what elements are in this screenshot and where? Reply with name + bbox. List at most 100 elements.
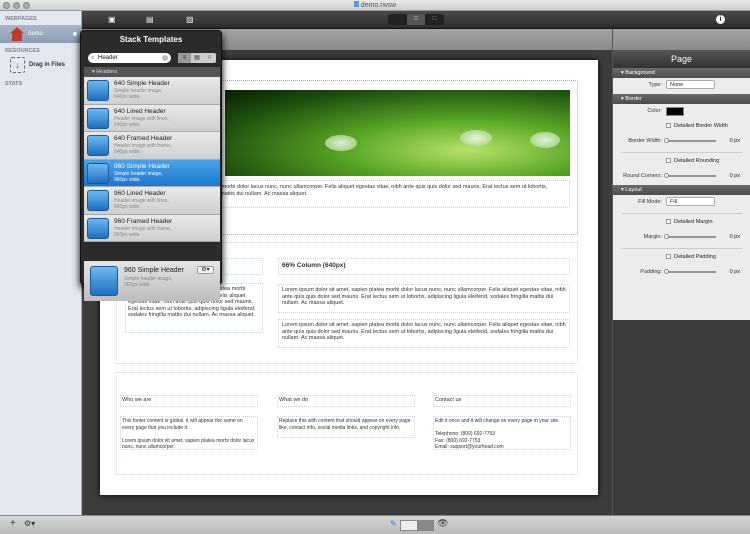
detail-desc: Simple header image, 960px wide.: [124, 276, 173, 288]
grid-view-icon[interactable]: ∷: [203, 53, 216, 63]
view-mode-segment[interactable]: □ □: [388, 14, 444, 25]
template-name: 640 Simple Header: [114, 80, 170, 87]
stack-templates-popover: Stack Templates ⌕ Header ≡ ▤ ∷ ▾ Headers…: [80, 30, 222, 301]
water-drop: [325, 135, 357, 151]
edit-preview-toggle[interactable]: [400, 520, 434, 531]
template-thumbnail: [90, 266, 118, 296]
right-col-text-2: Lorem ipsum dolor sit amet, sapien plate…: [282, 322, 566, 342]
stacks-icon[interactable]: ▤: [146, 15, 154, 24]
headers-group[interactable]: ▾ Headers: [84, 67, 220, 77]
gift-icon[interactable]: ▣: [108, 15, 116, 24]
template-item[interactable]: 640 Simple Header Simple header image, 640…: [84, 77, 220, 105]
detail-view-icon[interactable]: ▤: [191, 53, 203, 63]
round-corners-label: Round Corners:: [623, 173, 662, 179]
right-col-heading: 66% Column (640px): [282, 262, 346, 269]
page-name: demo: [28, 31, 44, 37]
gear-icon[interactable]: ⚙▾: [24, 519, 35, 528]
water-drop: [460, 130, 492, 146]
border-width-label: Border Width:: [628, 138, 662, 144]
image-icon[interactable]: ▨: [186, 15, 194, 24]
footer-heading: Who we are: [122, 397, 152, 403]
right-col-text-1: Lorem ipsum dolor sit amet, sapien plate…: [282, 287, 566, 307]
background-section[interactable]: ▾ Background: [613, 68, 750, 78]
template-thumbnail: [87, 162, 109, 184]
inspector-title: Page: [613, 50, 750, 68]
template-desc: Simple header image, 960px wide.: [114, 170, 163, 183]
minimize-button[interactable]: [13, 2, 20, 9]
water-drop: [530, 132, 560, 148]
color-well[interactable]: [666, 107, 684, 116]
border-section[interactable]: ▾ Border: [613, 94, 750, 104]
type-select[interactable]: None: [666, 80, 715, 89]
webpages-heading: WEBPAGES: [5, 16, 37, 22]
search-input[interactable]: ⌕ Header: [88, 53, 171, 63]
view-toggle[interactable]: ≡ ▤ ∷: [178, 53, 216, 63]
template-thumbnail: [87, 107, 109, 129]
sidebar: WEBPAGES demo RESOURCES ↓ Drag in Files …: [0, 11, 82, 515]
template-item[interactable]: 960 Lined Header Header image with lines,…: [84, 187, 220, 215]
pencil-icon[interactable]: ✎: [390, 519, 397, 528]
clear-search-icon[interactable]: [162, 55, 168, 61]
round-corners-slider[interactable]: [664, 173, 716, 178]
template-item[interactable]: 960 Framed Header Header image with frame…: [84, 214, 220, 242]
template-name: 960 Lined Header: [114, 190, 166, 197]
template-thumbnail: [87, 190, 109, 211]
gear-menu-button[interactable]: ⚙▾: [197, 266, 214, 274]
inspector-panel: Page ▾ Background Type: None ▾ Border Col…: [612, 50, 750, 320]
padding-slider[interactable]: [664, 269, 716, 274]
popover-title: Stack Templates: [119, 35, 183, 44]
sidebar-page-demo[interactable]: demo: [0, 25, 81, 43]
fill-mode-select[interactable]: Fill: [666, 197, 715, 206]
footer-text: This footer content is global. it will a…: [122, 418, 255, 451]
template-thumbnail: [87, 135, 109, 156]
header-image: [225, 90, 570, 176]
bottom-bar: + ⚙▾ ✎ 👁: [0, 515, 750, 534]
detailed-margin-checkbox[interactable]: Detailed Margin: [666, 219, 713, 225]
template-desc: Header image with frame, 960px wide.: [114, 225, 172, 238]
zoom-button[interactable]: [23, 2, 30, 9]
view-mode-3[interactable]: □: [425, 14, 444, 25]
color-label: Color:: [647, 108, 662, 114]
template-item[interactable]: 640 Lined Header Header image with lines,…: [84, 104, 220, 132]
round-corners-value: 0 px: [729, 173, 740, 179]
detail-name: 960 Simple Header: [124, 267, 184, 274]
template-thumbnail: [87, 80, 109, 101]
template-detail: 960 Simple Header Simple header image, 96…: [84, 261, 220, 301]
detailed-rounding-checkbox[interactable]: Detailed Rounding: [666, 158, 719, 164]
border-width-slider[interactable]: [664, 138, 716, 143]
template-item[interactable]: 640 Framed Header Header image with frame…: [84, 132, 220, 160]
status-dot: [73, 32, 77, 36]
margin-slider[interactable]: [664, 234, 716, 239]
template-desc: Header image with frame, 640px wide.: [114, 143, 172, 155]
drag-label: Drag in Files: [29, 62, 66, 68]
view-mode-1[interactable]: [388, 14, 407, 25]
info-icon[interactable]: i: [716, 15, 725, 24]
detailed-border-width-checkbox[interactable]: Detailed Border Width: [666, 123, 728, 129]
template-desc: Header image with lines, 960px wide.: [114, 198, 169, 210]
footer-text: Replace this with content that should ap…: [279, 418, 411, 431]
footer-heading: Contact us: [435, 397, 462, 403]
window-title: demo.rwsw: [360, 2, 397, 9]
download-icon: ↓: [10, 57, 25, 73]
detailed-padding-checkbox[interactable]: Detailed Padding: [666, 254, 716, 260]
margin-label: Margin:: [643, 234, 662, 240]
template-name: 960 Simple Header: [114, 162, 170, 170]
list-view-icon[interactable]: ≡: [178, 53, 191, 63]
house-icon: [10, 27, 24, 41]
template-name: 640 Framed Header: [114, 135, 173, 142]
margin-value: 0 px: [729, 234, 740, 240]
close-button[interactable]: [3, 2, 10, 9]
template-list: 640 Simple Header Simple header image, 640…: [84, 77, 220, 242]
add-icon[interactable]: +: [10, 518, 16, 529]
template-desc: Simple header image, 640px wide.: [114, 88, 163, 100]
title-bar: demo.rwsw: [0, 0, 750, 11]
drag-in-files[interactable]: ↓ Drag in Files: [0, 56, 81, 76]
padding-label: Padding:: [640, 269, 662, 275]
inspector-empty: [612, 320, 750, 515]
layout-section[interactable]: ▾ Layout: [613, 185, 750, 195]
eye-icon[interactable]: 👁: [437, 518, 448, 529]
resources-heading: RESOURCES: [5, 48, 40, 54]
template-item[interactable]: 960 Simple Header Simple header image, 960…: [84, 159, 220, 187]
view-mode-2[interactable]: □: [407, 14, 425, 25]
footer-heading: What we do: [279, 397, 309, 403]
